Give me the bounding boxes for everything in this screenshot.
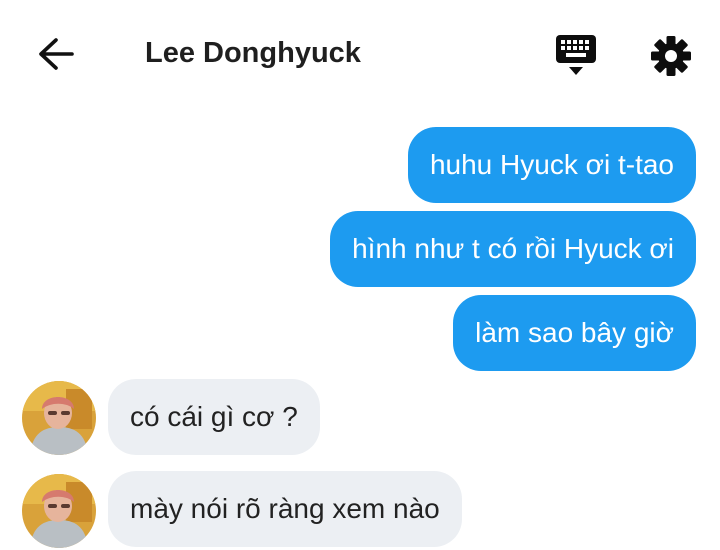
avatar-photo <box>22 381 96 455</box>
chat-header: Lee Donghyuck <box>0 0 720 110</box>
sent-message-bubble[interactable]: làm sao bây giờ <box>453 295 696 371</box>
avatar-photo <box>22 474 96 548</box>
back-button[interactable] <box>36 36 76 72</box>
settings-button[interactable] <box>648 33 694 79</box>
received-message-bubble[interactable]: mày nói rõ ràng xem nào <box>108 471 462 547</box>
avatar[interactable] <box>22 474 96 548</box>
gear-icon <box>651 36 691 76</box>
conversation-title: Lee Donghyuck <box>145 37 361 69</box>
received-message-bubble[interactable]: có cái gì cơ ? <box>108 379 320 455</box>
keyboard-icon <box>556 35 596 75</box>
arrow-left-icon <box>39 38 74 70</box>
sent-message-bubble[interactable]: hình như t có rồi Hyuck ơi <box>330 211 696 287</box>
sent-message-bubble[interactable]: huhu Hyuck ơi t-tao <box>407 127 696 203</box>
avatar[interactable] <box>22 381 96 455</box>
keyboard-button[interactable] <box>552 32 600 80</box>
